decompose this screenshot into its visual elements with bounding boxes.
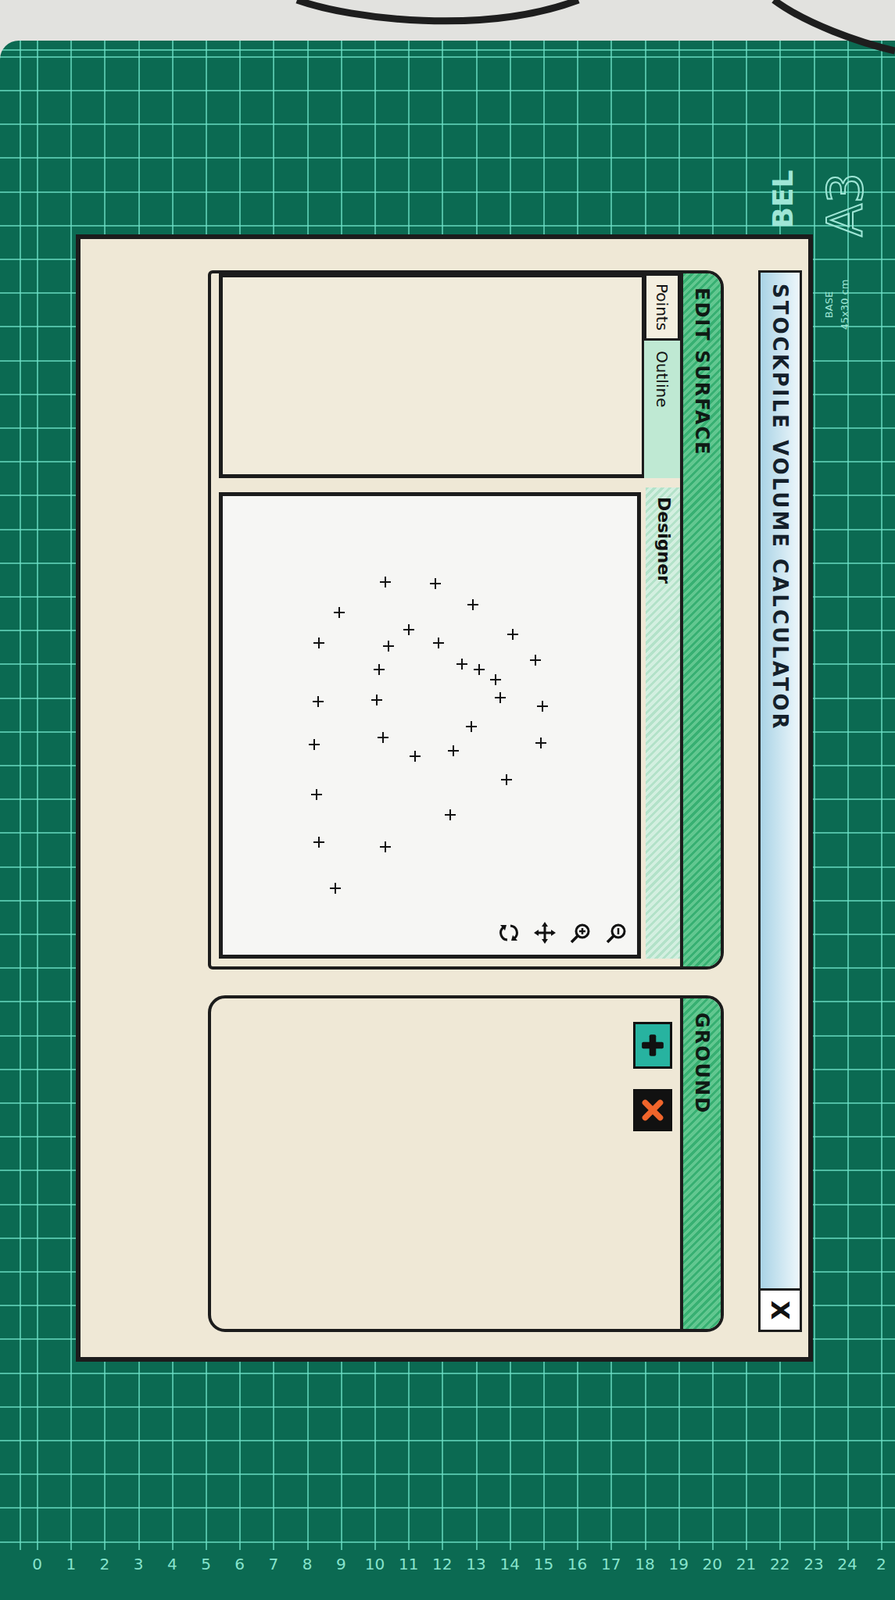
ruler-number: 15	[526, 1555, 561, 1575]
ruler-number: 23	[796, 1555, 831, 1575]
tab[interactable]: Points	[644, 273, 681, 341]
point-marker[interactable]	[371, 694, 383, 706]
point-marker[interactable]	[311, 789, 323, 801]
ruler-number: 18	[627, 1555, 662, 1575]
point-marker[interactable]	[312, 696, 324, 708]
cross-icon	[640, 1098, 666, 1124]
point-marker[interactable]	[494, 692, 506, 704]
point-marker[interactable]	[507, 629, 519, 641]
ruler-number: 22	[762, 1555, 797, 1575]
canvas-toolbar	[497, 922, 628, 945]
ruler-number: 5	[189, 1555, 223, 1575]
ruler: 0123456789101112131415161718192021222324…	[0, 1550, 895, 1600]
point-marker[interactable]	[467, 599, 479, 611]
photo-scene: 0123456789101112131415161718192021222324…	[0, 0, 895, 1600]
point-marker[interactable]	[308, 739, 320, 751]
point-marker[interactable]	[409, 751, 421, 763]
ruler-number: 1	[53, 1555, 88, 1575]
window-title: STOCKPILE VOLUME CALCULATOR	[768, 283, 792, 732]
move-icon[interactable]	[533, 922, 556, 945]
rotate-icon[interactable]	[497, 922, 520, 945]
point-marker[interactable]	[456, 658, 468, 670]
point-marker[interactable]	[403, 624, 415, 636]
point-marker[interactable]	[473, 664, 485, 676]
panel-header: EDIT SURFACE	[680, 273, 721, 967]
point-marker[interactable]	[444, 809, 456, 821]
ruler-number: 3	[121, 1555, 156, 1575]
zoom-in-icon[interactable]	[569, 922, 592, 945]
ruler-number: 12	[425, 1555, 459, 1575]
point-marker[interactable]	[333, 607, 345, 619]
add-button[interactable]	[633, 1022, 673, 1070]
point-marker[interactable]	[373, 664, 385, 676]
points-area: PointsOutline	[218, 273, 681, 479]
ground-body	[633, 998, 681, 1330]
ruler-number: 13	[458, 1555, 493, 1575]
ruler-number: 4	[155, 1555, 190, 1575]
cable-icon	[0, 0, 895, 63]
remove-button[interactable]	[633, 1089, 673, 1132]
points-list	[218, 273, 645, 479]
point-marker[interactable]	[490, 674, 502, 686]
tab[interactable]: Outline	[644, 340, 681, 418]
point-marker[interactable]	[314, 837, 326, 849]
ruler-number: 19	[662, 1555, 696, 1575]
point-marker[interactable]	[535, 737, 547, 749]
point-marker[interactable]	[377, 732, 389, 744]
close-button[interactable]: X	[760, 1288, 800, 1331]
point-marker[interactable]	[329, 883, 341, 895]
panel-header: GROUND	[680, 998, 721, 1330]
ground-panel: GROUND	[207, 995, 724, 1333]
point-marker[interactable]	[465, 721, 477, 733]
ruler-number: 16	[560, 1555, 595, 1575]
title-bar: STOCKPILE VOLUME CALCULATOR X	[758, 270, 802, 1333]
ruler-number: 6	[222, 1555, 257, 1575]
ruler-number: 2	[87, 1555, 122, 1575]
ruler-number: 0	[20, 1555, 54, 1575]
ruler-number: 2	[864, 1555, 895, 1575]
ruler-number: 20	[695, 1555, 730, 1575]
point-marker[interactable]	[314, 637, 326, 649]
tab-strip: PointsOutline	[644, 273, 681, 479]
ruler-number: 14	[493, 1555, 527, 1575]
mat-brand: BEL	[769, 170, 798, 230]
point-marker[interactable]	[429, 578, 441, 590]
edit-surface-panel: EDIT SURFACEPointsOutline Designer	[207, 270, 724, 971]
ruler-number: 8	[290, 1555, 325, 1575]
mat-base-size: 45x30 cm	[839, 279, 850, 331]
ruler-number: 24	[830, 1555, 865, 1575]
point-marker[interactable]	[501, 774, 512, 786]
point-marker[interactable]	[447, 745, 459, 757]
ruler-number: 17	[594, 1555, 628, 1575]
point-marker[interactable]	[433, 637, 444, 649]
edit-body: PointsOutline Designer	[211, 273, 681, 967]
designer-tab[interactable]: Designer	[645, 487, 681, 960]
point-marker[interactable]	[383, 640, 394, 652]
zoom-out-icon[interactable]	[605, 922, 628, 945]
point-marker[interactable]	[379, 576, 391, 588]
designer: Designer	[218, 487, 681, 960]
point-marker[interactable]	[537, 701, 548, 713]
mat-size: A3	[821, 172, 870, 237]
ruler-number: 21	[729, 1555, 763, 1575]
paper-prototype: STOCKPILE VOLUME CALCULATOR X EDIT SURFACE…	[75, 234, 813, 1363]
ruler-number: 10	[358, 1555, 392, 1575]
panels: EDIT SURFACEPointsOutline Designer GROUND	[207, 270, 724, 1333]
point-marker[interactable]	[529, 655, 541, 666]
ruler-number: 7	[256, 1555, 290, 1575]
point-marker[interactable]	[379, 841, 391, 853]
plus-icon	[640, 1033, 666, 1059]
ruler-number: 11	[391, 1555, 426, 1575]
designer-canvas[interactable]	[218, 492, 641, 960]
ruler-number: 9	[324, 1555, 358, 1575]
mat-base-label: BASE	[823, 291, 835, 319]
